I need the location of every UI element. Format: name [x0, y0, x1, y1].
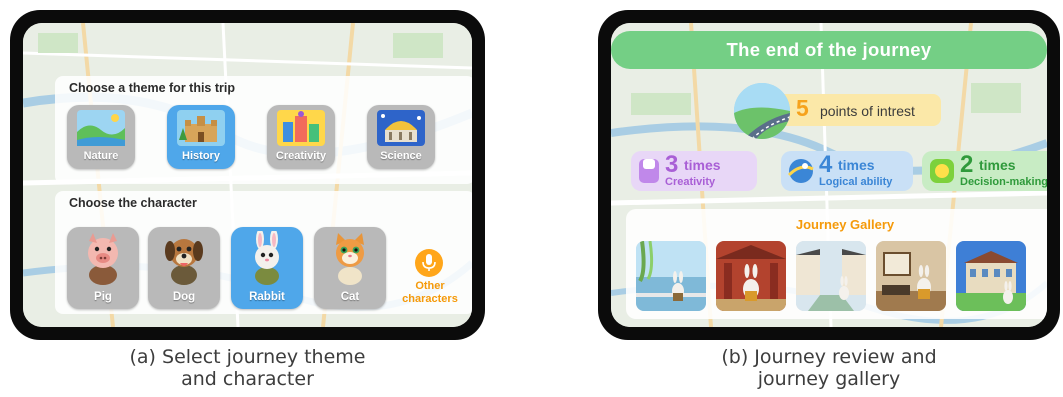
decision-icon	[930, 159, 954, 183]
stat-label: Creativity	[665, 176, 716, 188]
temple-scene-image	[716, 241, 786, 311]
gallery-title: Journey Gallery	[795, 217, 895, 232]
caption-a-line2: and character	[181, 368, 314, 390]
notebook-icon	[639, 159, 659, 183]
character-label: Pig	[94, 291, 112, 303]
other-label-line1: Other	[415, 280, 445, 292]
microphone-icon	[422, 254, 436, 271]
caption-b: (b) Journey review and journey gallery	[598, 346, 1060, 390]
road-landscape-icon	[734, 83, 790, 139]
tablet-frame-review: The end of the journey 5 points of intre…	[598, 10, 1060, 340]
character-label: Cat	[340, 291, 360, 303]
title-banner: The end of the journey	[611, 31, 1047, 69]
stat-logical-ability: 4 times Logical ability	[781, 151, 913, 191]
character-card-pig[interactable]: Pig	[67, 227, 139, 309]
theme-label: Creativity	[275, 150, 327, 162]
stat-label: Decision-making	[960, 176, 1047, 188]
other-label-line2: characters	[402, 293, 458, 305]
gallery-image[interactable]	[716, 241, 786, 311]
stat-creativity: 3 times Creativity	[631, 151, 757, 191]
caption-a-line1: (a) Select journey theme	[129, 346, 366, 368]
landscape-icon	[77, 110, 125, 146]
screen-review: The end of the journey 5 points of intre…	[611, 23, 1047, 327]
stat-unit: times	[979, 157, 1016, 173]
art-building-icon	[277, 110, 325, 146]
other-characters-label[interactable]: Other characters	[390, 280, 470, 306]
stat-number: 2	[960, 151, 974, 178]
water-town-scene-image	[796, 241, 866, 311]
stat-number: 3	[665, 151, 679, 178]
castle-icon	[177, 110, 225, 146]
character-section-title: Choose the character	[69, 196, 197, 210]
lake-scene-image	[636, 241, 706, 311]
theme-label: History	[182, 150, 220, 162]
stat-decision-making: 2 times Decision-making	[922, 151, 1047, 191]
tablet-frame-select: Choose a theme for this trip Nature Hist…	[10, 10, 485, 340]
screen-select: Choose a theme for this trip Nature Hist…	[23, 23, 472, 327]
gallery-image[interactable]	[876, 241, 946, 311]
microphone-button[interactable]	[415, 249, 443, 277]
caption-b-line1: (b) Journey review and	[721, 346, 937, 368]
theme-panel: Choose a theme for this trip Nature Hist…	[55, 76, 472, 184]
logic-orbit-icon	[787, 159, 814, 183]
theme-card-nature[interactable]: Nature	[67, 105, 135, 169]
theme-card-creativity[interactable]: Creativity	[267, 105, 335, 169]
theme-card-history[interactable]: History	[167, 105, 235, 169]
stat-label: Logical ability	[819, 176, 893, 188]
character-card-rabbit[interactable]: Rabbit	[231, 227, 303, 309]
points-label: points of intrest	[820, 103, 915, 119]
gallery-image[interactable]	[636, 241, 706, 311]
cat-icon	[336, 233, 364, 285]
caption-a: (a) Select journey theme and character	[10, 346, 485, 390]
gallery-panel: Journey Gallery	[626, 209, 1047, 319]
dog-icon	[165, 239, 203, 285]
caption-b-line2: journey gallery	[757, 368, 901, 390]
character-label: Dog	[172, 291, 196, 303]
campus-scene-image	[956, 241, 1026, 311]
character-card-cat[interactable]: Cat	[314, 227, 386, 309]
theme-label: Science	[380, 150, 422, 162]
stat-number: 4	[819, 151, 833, 178]
character-card-dog[interactable]: Dog	[148, 227, 220, 309]
points-count: 5	[796, 95, 809, 121]
stat-unit: times	[838, 157, 875, 173]
theme-label: Nature	[83, 150, 119, 162]
science-building-icon	[377, 110, 425, 146]
rabbit-icon	[255, 231, 279, 285]
character-panel: Choose the character Pig Dog Rabbit Cat …	[55, 191, 472, 314]
theme-card-science[interactable]: Science	[367, 105, 435, 169]
page-title: The end of the journey	[726, 39, 932, 60]
gallery-image[interactable]	[956, 241, 1026, 311]
stat-unit: times	[684, 157, 721, 173]
pig-icon	[88, 233, 118, 285]
theme-section-title: Choose a theme for this trip	[69, 81, 235, 95]
character-label: Rabbit	[249, 291, 285, 303]
gallery-image[interactable]	[796, 241, 866, 311]
museum-scene-image	[876, 241, 946, 311]
